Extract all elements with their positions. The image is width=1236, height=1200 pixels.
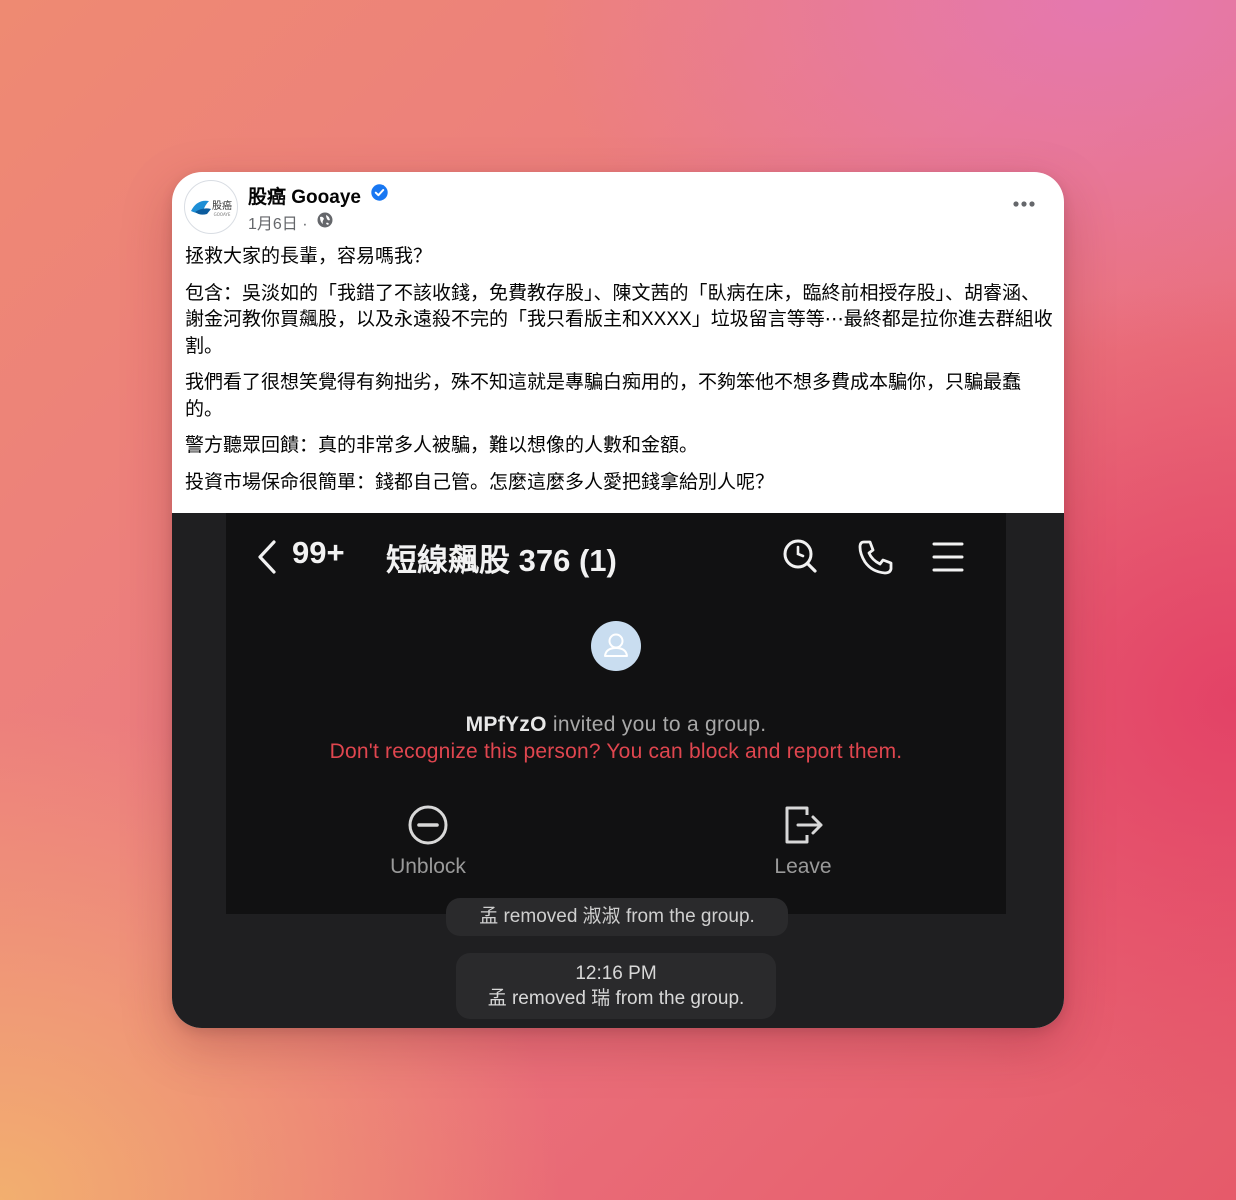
facebook-post-card: 股癌 GOOAYE 股癌 Gooaye 1月6日 · 拯救大家的長輩，容易嗎我？… [172,172,1064,1028]
globe-icon [317,212,333,228]
chat-screenshot: 99+ 短線飆股 376 (1) MPfYzO invited you to a… [226,513,1006,914]
user-icon [604,633,628,657]
post-paragraph: 包含：吳淡如的「我錯了不該收錢，免費教存股」、陳文茜的「臥病在床，臨終前相授存股… [185,282,1053,357]
unblock-icon [408,805,448,845]
avatar-logo-text: 股癌 [212,199,232,212]
user-avatar [591,621,641,671]
unblock-button[interactable]: Unblock [328,803,528,879]
inviter-name: MPfYzO [465,713,547,736]
system-message: 12:16 PM 孟 removed 瑞 from the group. [456,953,776,1019]
post-paragraph: 投資市場保命很簡單：錢都自己管。怎麼這麼多人愛把錢拿給別人呢？ [185,471,775,493]
unread-count: 99+ [292,535,345,570]
leave-label: Leave [774,855,832,878]
avatar-logo-subtext: GOOAYE [214,212,231,217]
post-header: 股癌 GOOAYE 股癌 Gooaye 1月6日 · [172,172,1064,242]
phone-icon[interactable] [856,537,896,577]
post-image[interactable]: 99+ 短線飆股 376 (1) MPfYzO invited you to a… [172,513,1064,1028]
system-message-text: 孟 removed 淑淑 from the group. [479,906,755,927]
unblock-label: Unblock [390,855,466,878]
page-name[interactable]: 股癌 Gooaye [248,182,361,209]
post-paragraph: 拯救大家的長輩，容易嗎我？ [185,246,433,267]
group-title: 短線飆股 376 (1) [386,543,617,578]
page-avatar[interactable]: 股癌 GOOAYE [184,180,238,234]
more-icon[interactable] [1010,194,1038,214]
message-time: 12:16 PM [575,963,657,984]
post-paragraph: 警方聽眾回饋：真的非常多人被騙，難以想像的人數和金額。 [185,435,699,456]
post-date[interactable]: 1月6日 · [248,210,308,234]
post-paragraph: 我們看了很想笑覺得有夠拙劣，殊不知這就是專騙白痴用的，不夠笨他不想多費成本騙你，… [185,372,1022,420]
gooaye-logo-icon: 股癌 GOOAYE [191,199,232,217]
search-icon[interactable] [780,537,820,577]
system-message: 孟 removed 淑淑 from the group. [446,898,788,936]
leave-icon [785,806,823,844]
post-text: 拯救大家的長輩，容易嗎我？ 包含：吳淡如的「我錯了不該收錢，免費教存股」、陳文茜… [185,242,1053,506]
block-warning: Don't recognize this person? You can blo… [329,740,903,763]
invite-message: MPfYzO invited you to a group. [226,713,1006,737]
back-icon[interactable] [256,539,278,575]
menu-icon[interactable] [928,537,968,577]
leave-button[interactable]: Leave [703,803,903,879]
invite-text: invited you to a group. [546,713,767,736]
verified-icon [371,184,388,201]
system-message-text: 孟 removed 瑞 from the group. [487,988,745,1009]
